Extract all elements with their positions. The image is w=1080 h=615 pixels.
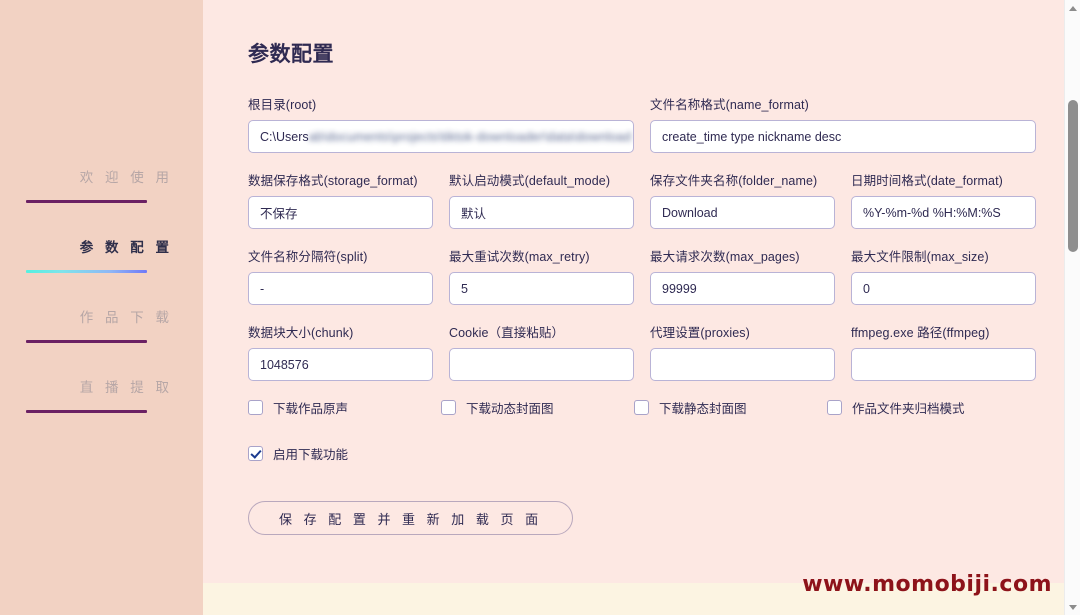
scrollbar-thumb[interactable] <box>1068 100 1078 252</box>
checkbox-row-1: 下载作品原声 下载动态封面图 下载静态封面图 作品文件夹归档模式 <box>248 398 1020 417</box>
sidebar-item-label: 作 品 下 载 <box>79 310 173 325</box>
field-date-format: 日期时间格式(date_format) %Y-%m-%d %H:%M:%S <box>851 170 1036 229</box>
field-folder-name: 保存文件夹名称(folder_name) Download <box>650 170 835 229</box>
input-folder-name-value: Download <box>662 205 718 220</box>
field-row-3: 文件名称分隔符(split) - 最大重试次数(max_retry) 5 最大请… <box>248 246 1036 305</box>
checkbox-download-original-audio[interactable]: 下载作品原声 <box>248 398 441 417</box>
sidebar: 欢 迎 使 用 参 数 配 置 作 品 下 载 直 播 提 取 <box>0 0 203 615</box>
input-name-format[interactable]: create_time type nickname desc <box>650 120 1036 153</box>
checkbox-label: 下载作品原声 <box>273 402 349 416</box>
field-storage-format: 数据保存格式(storage_format) 不保存 <box>248 170 433 229</box>
sidebar-item-label: 参 数 配 置 <box>79 240 173 255</box>
scroll-down-icon[interactable] <box>1065 599 1080 615</box>
input-max-size[interactable]: 0 <box>851 272 1036 305</box>
field-label-proxies: 代理设置(proxies) <box>650 326 750 340</box>
checkbox-label: 启用下载功能 <box>273 448 349 462</box>
field-label-chunk: 数据块大小(chunk) <box>248 326 354 340</box>
scroll-up-icon[interactable] <box>1065 0 1080 16</box>
field-label-split: 文件名称分隔符(split) <box>248 250 368 264</box>
watermark: www.momobiji.com <box>802 572 1052 597</box>
field-name-format: 文件名称格式(name_format) create_time type nic… <box>650 94 1036 153</box>
field-label-cookie: Cookie（直接粘贴） <box>449 326 565 340</box>
input-name-format-value: create_time type nickname desc <box>662 129 842 144</box>
input-max-pages-value: 99999 <box>662 281 697 296</box>
input-chunk-value: 1048576 <box>260 357 309 372</box>
field-label-root: 根目录(root) <box>248 98 317 112</box>
field-max-size: 最大文件限制(max_size) 0 <box>851 246 1036 305</box>
field-ffmpeg: ffmpeg.exe 路径(ffmpeg) <box>851 322 1036 381</box>
field-label-default-mode: 默认启动模式(default_mode) <box>449 174 611 188</box>
input-default-mode-value: 默认 <box>461 207 487 221</box>
checkbox-icon[interactable] <box>827 400 842 415</box>
input-max-retry-value: 5 <box>461 281 468 296</box>
checkbox-download-static-cover[interactable]: 下载静态封面图 <box>634 398 827 417</box>
field-label-date-format: 日期时间格式(date_format) <box>851 174 1003 188</box>
field-root: 根目录(root) C:\Users ab\documents\projects\… <box>248 94 634 153</box>
input-root-value-redacted: ab\documents\projects\tiktok-downloader\… <box>308 129 632 144</box>
sidebar-item-label: 欢 迎 使 用 <box>79 170 173 185</box>
checkbox-folder-archive-mode[interactable]: 作品文件夹归档模式 <box>827 398 1012 417</box>
input-storage-format-value: 不保存 <box>260 207 298 221</box>
checkbox-row-2: 启用下载功能 <box>248 444 1020 463</box>
field-label-max-size: 最大文件限制(max_size) <box>851 250 989 264</box>
field-split: 文件名称分隔符(split) - <box>248 246 433 305</box>
checkbox-download-dynamic-cover[interactable]: 下载动态封面图 <box>441 398 634 417</box>
main-content: 参数配置 根目录(root) C:\Users ab\documents\proj… <box>203 0 1080 615</box>
field-max-retry: 最大重试次数(max_retry) 5 <box>449 246 634 305</box>
field-label-storage-format: 数据保存格式(storage_format) <box>248 174 418 188</box>
input-folder-name[interactable]: Download <box>650 196 835 229</box>
input-default-mode[interactable]: 默认 <box>449 196 634 229</box>
field-label-folder-name: 保存文件夹名称(folder_name) <box>650 174 818 188</box>
checkbox-label: 下载动态封面图 <box>466 402 554 416</box>
sidebar-item-live-extract[interactable]: 直 播 提 取 <box>0 376 203 413</box>
checkbox-label: 下载静态封面图 <box>659 402 747 416</box>
app-window: 欢 迎 使 用 参 数 配 置 作 品 下 载 直 播 提 取 参数配置 根目录… <box>0 0 1080 615</box>
vertical-scrollbar[interactable] <box>1064 0 1080 615</box>
input-max-pages[interactable]: 99999 <box>650 272 835 305</box>
sidebar-item-works-download[interactable]: 作 品 下 载 <box>0 306 203 343</box>
sidebar-item-underline <box>26 340 147 343</box>
input-root[interactable]: C:\Users ab\documents\projects\tiktok-dow… <box>248 120 634 153</box>
checkbox-enable-download[interactable]: 启用下载功能 <box>248 444 441 463</box>
field-proxies: 代理设置(proxies) <box>650 322 835 381</box>
field-max-pages: 最大请求次数(max_pages) 99999 <box>650 246 835 305</box>
input-storage-format[interactable]: 不保存 <box>248 196 433 229</box>
checkbox-icon-checked[interactable] <box>248 446 263 461</box>
field-label-name-format: 文件名称格式(name_format) <box>650 98 809 112</box>
input-ffmpeg[interactable] <box>851 348 1036 381</box>
field-label-ffmpeg: ffmpeg.exe 路径(ffmpeg) <box>851 326 990 340</box>
sidebar-item-underline <box>26 200 147 203</box>
field-row-1: 根目录(root) C:\Users ab\documents\projects\… <box>248 94 1036 153</box>
checkbox-icon[interactable] <box>248 400 263 415</box>
input-proxies[interactable] <box>650 348 835 381</box>
page-title: 参数配置 <box>248 43 334 66</box>
input-cookie[interactable] <box>449 348 634 381</box>
checkbox-icon[interactable] <box>441 400 456 415</box>
input-chunk[interactable]: 1048576 <box>248 348 433 381</box>
sidebar-item-label: 直 播 提 取 <box>79 380 173 395</box>
input-max-retry[interactable]: 5 <box>449 272 634 305</box>
input-date-format[interactable]: %Y-%m-%d %H:%M:%S <box>851 196 1036 229</box>
field-row-4: 数据块大小(chunk) 1048576 Cookie（直接粘贴） 代理设置(p… <box>248 322 1036 381</box>
sidebar-item-welcome[interactable]: 欢 迎 使 用 <box>0 166 203 203</box>
field-label-max-retry: 最大重试次数(max_retry) <box>449 250 590 264</box>
field-chunk: 数据块大小(chunk) 1048576 <box>248 322 433 381</box>
input-date-format-value: %Y-%m-%d %H:%M:%S <box>863 205 1001 220</box>
field-row-2: 数据保存格式(storage_format) 不保存 默认启动模式(defaul… <box>248 170 1036 229</box>
input-split[interactable]: - <box>248 272 433 305</box>
sidebar-item-parameter-config[interactable]: 参 数 配 置 <box>0 236 203 273</box>
field-default-mode: 默认启动模式(default_mode) 默认 <box>449 170 634 229</box>
input-split-value: - <box>260 281 265 296</box>
field-cookie: Cookie（直接粘贴） <box>449 322 634 381</box>
checkbox-label: 作品文件夹归档模式 <box>852 402 965 416</box>
checkbox-icon[interactable] <box>634 400 649 415</box>
sidebar-item-underline <box>26 410 147 413</box>
field-label-max-pages: 最大请求次数(max_pages) <box>650 250 800 264</box>
input-max-size-value: 0 <box>863 281 870 296</box>
input-root-value: C:\Users <box>260 129 309 144</box>
sidebar-item-underline-active <box>26 270 147 273</box>
save-config-and-reload-button[interactable]: 保 存 配 置 并 重 新 加 载 页 面 <box>248 501 574 535</box>
